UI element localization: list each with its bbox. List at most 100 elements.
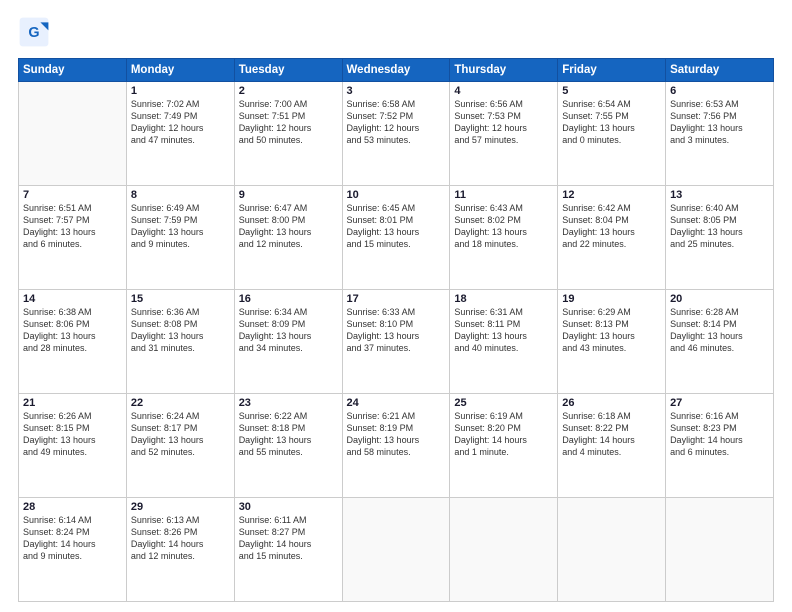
day-info: Sunrise: 6:43 AM Sunset: 8:02 PM Dayligh… xyxy=(454,202,553,251)
day-number: 25 xyxy=(454,397,553,409)
day-number: 5 xyxy=(562,85,661,97)
day-info: Sunrise: 6:38 AM Sunset: 8:06 PM Dayligh… xyxy=(23,306,122,355)
calendar-cell: 29Sunrise: 6:13 AM Sunset: 8:26 PM Dayli… xyxy=(126,498,234,602)
calendar-header-row: SundayMondayTuesdayWednesdayThursdayFrid… xyxy=(19,59,774,82)
col-header-sunday: Sunday xyxy=(19,59,127,82)
calendar-cell: 24Sunrise: 6:21 AM Sunset: 8:19 PM Dayli… xyxy=(342,394,450,498)
day-number: 6 xyxy=(670,85,769,97)
day-info: Sunrise: 6:40 AM Sunset: 8:05 PM Dayligh… xyxy=(670,202,769,251)
day-info: Sunrise: 6:58 AM Sunset: 7:52 PM Dayligh… xyxy=(347,98,446,147)
calendar-cell: 19Sunrise: 6:29 AM Sunset: 8:13 PM Dayli… xyxy=(558,290,666,394)
calendar-cell: 20Sunrise: 6:28 AM Sunset: 8:14 PM Dayli… xyxy=(666,290,774,394)
logo: G xyxy=(18,16,54,48)
day-number: 30 xyxy=(239,501,338,513)
calendar-cell: 3Sunrise: 6:58 AM Sunset: 7:52 PM Daylig… xyxy=(342,82,450,186)
day-number: 21 xyxy=(23,397,122,409)
day-number: 29 xyxy=(131,501,230,513)
day-number: 27 xyxy=(670,397,769,409)
day-number: 3 xyxy=(347,85,446,97)
day-number: 23 xyxy=(239,397,338,409)
day-info: Sunrise: 6:26 AM Sunset: 8:15 PM Dayligh… xyxy=(23,410,122,459)
day-number: 12 xyxy=(562,189,661,201)
calendar-cell xyxy=(342,498,450,602)
day-info: Sunrise: 6:49 AM Sunset: 7:59 PM Dayligh… xyxy=(131,202,230,251)
calendar-cell xyxy=(19,82,127,186)
day-info: Sunrise: 6:31 AM Sunset: 8:11 PM Dayligh… xyxy=(454,306,553,355)
day-number: 17 xyxy=(347,293,446,305)
day-number: 11 xyxy=(454,189,553,201)
col-header-friday: Friday xyxy=(558,59,666,82)
week-row-0: 1Sunrise: 7:02 AM Sunset: 7:49 PM Daylig… xyxy=(19,82,774,186)
day-info: Sunrise: 6:13 AM Sunset: 8:26 PM Dayligh… xyxy=(131,514,230,563)
day-number: 9 xyxy=(239,189,338,201)
calendar-cell: 11Sunrise: 6:43 AM Sunset: 8:02 PM Dayli… xyxy=(450,186,558,290)
calendar-cell: 10Sunrise: 6:45 AM Sunset: 8:01 PM Dayli… xyxy=(342,186,450,290)
day-number: 7 xyxy=(23,189,122,201)
day-info: Sunrise: 6:18 AM Sunset: 8:22 PM Dayligh… xyxy=(562,410,661,459)
week-row-2: 14Sunrise: 6:38 AM Sunset: 8:06 PM Dayli… xyxy=(19,290,774,394)
week-row-4: 28Sunrise: 6:14 AM Sunset: 8:24 PM Dayli… xyxy=(19,498,774,602)
calendar-cell: 27Sunrise: 6:16 AM Sunset: 8:23 PM Dayli… xyxy=(666,394,774,498)
calendar-cell: 9Sunrise: 6:47 AM Sunset: 8:00 PM Daylig… xyxy=(234,186,342,290)
day-number: 8 xyxy=(131,189,230,201)
day-number: 28 xyxy=(23,501,122,513)
day-info: Sunrise: 6:34 AM Sunset: 8:09 PM Dayligh… xyxy=(239,306,338,355)
header: G xyxy=(18,16,774,48)
col-header-monday: Monday xyxy=(126,59,234,82)
day-info: Sunrise: 6:24 AM Sunset: 8:17 PM Dayligh… xyxy=(131,410,230,459)
day-info: Sunrise: 6:36 AM Sunset: 8:08 PM Dayligh… xyxy=(131,306,230,355)
calendar-cell: 13Sunrise: 6:40 AM Sunset: 8:05 PM Dayli… xyxy=(666,186,774,290)
day-info: Sunrise: 6:14 AM Sunset: 8:24 PM Dayligh… xyxy=(23,514,122,563)
day-info: Sunrise: 6:47 AM Sunset: 8:00 PM Dayligh… xyxy=(239,202,338,251)
calendar-cell: 16Sunrise: 6:34 AM Sunset: 8:09 PM Dayli… xyxy=(234,290,342,394)
day-number: 26 xyxy=(562,397,661,409)
calendar-cell: 6Sunrise: 6:53 AM Sunset: 7:56 PM Daylig… xyxy=(666,82,774,186)
day-number: 18 xyxy=(454,293,553,305)
day-number: 10 xyxy=(347,189,446,201)
day-info: Sunrise: 6:33 AM Sunset: 8:10 PM Dayligh… xyxy=(347,306,446,355)
day-number: 16 xyxy=(239,293,338,305)
week-row-3: 21Sunrise: 6:26 AM Sunset: 8:15 PM Dayli… xyxy=(19,394,774,498)
calendar-cell: 28Sunrise: 6:14 AM Sunset: 8:24 PM Dayli… xyxy=(19,498,127,602)
calendar-cell: 25Sunrise: 6:19 AM Sunset: 8:20 PM Dayli… xyxy=(450,394,558,498)
calendar-cell xyxy=(666,498,774,602)
day-number: 22 xyxy=(131,397,230,409)
day-info: Sunrise: 6:28 AM Sunset: 8:14 PM Dayligh… xyxy=(670,306,769,355)
day-info: Sunrise: 6:53 AM Sunset: 7:56 PM Dayligh… xyxy=(670,98,769,147)
day-info: Sunrise: 6:21 AM Sunset: 8:19 PM Dayligh… xyxy=(347,410,446,459)
day-info: Sunrise: 6:19 AM Sunset: 8:20 PM Dayligh… xyxy=(454,410,553,459)
calendar-cell xyxy=(558,498,666,602)
calendar-cell: 2Sunrise: 7:00 AM Sunset: 7:51 PM Daylig… xyxy=(234,82,342,186)
day-number: 13 xyxy=(670,189,769,201)
col-header-tuesday: Tuesday xyxy=(234,59,342,82)
day-info: Sunrise: 6:11 AM Sunset: 8:27 PM Dayligh… xyxy=(239,514,338,563)
svg-text:G: G xyxy=(28,25,39,41)
day-number: 14 xyxy=(23,293,122,305)
day-info: Sunrise: 7:02 AM Sunset: 7:49 PM Dayligh… xyxy=(131,98,230,147)
col-header-saturday: Saturday xyxy=(666,59,774,82)
day-number: 15 xyxy=(131,293,230,305)
calendar-cell: 23Sunrise: 6:22 AM Sunset: 8:18 PM Dayli… xyxy=(234,394,342,498)
calendar-cell: 7Sunrise: 6:51 AM Sunset: 7:57 PM Daylig… xyxy=(19,186,127,290)
day-info: Sunrise: 6:56 AM Sunset: 7:53 PM Dayligh… xyxy=(454,98,553,147)
calendar-cell: 4Sunrise: 6:56 AM Sunset: 7:53 PM Daylig… xyxy=(450,82,558,186)
col-header-thursday: Thursday xyxy=(450,59,558,82)
calendar-cell: 15Sunrise: 6:36 AM Sunset: 8:08 PM Dayli… xyxy=(126,290,234,394)
day-number: 20 xyxy=(670,293,769,305)
day-info: Sunrise: 6:45 AM Sunset: 8:01 PM Dayligh… xyxy=(347,202,446,251)
logo-icon: G xyxy=(18,16,50,48)
calendar-cell xyxy=(450,498,558,602)
calendar-cell: 17Sunrise: 6:33 AM Sunset: 8:10 PM Dayli… xyxy=(342,290,450,394)
day-number: 2 xyxy=(239,85,338,97)
day-info: Sunrise: 6:22 AM Sunset: 8:18 PM Dayligh… xyxy=(239,410,338,459)
calendar-cell: 14Sunrise: 6:38 AM Sunset: 8:06 PM Dayli… xyxy=(19,290,127,394)
day-number: 1 xyxy=(131,85,230,97)
col-header-wednesday: Wednesday xyxy=(342,59,450,82)
day-info: Sunrise: 6:29 AM Sunset: 8:13 PM Dayligh… xyxy=(562,306,661,355)
week-row-1: 7Sunrise: 6:51 AM Sunset: 7:57 PM Daylig… xyxy=(19,186,774,290)
day-number: 24 xyxy=(347,397,446,409)
calendar-cell: 8Sunrise: 6:49 AM Sunset: 7:59 PM Daylig… xyxy=(126,186,234,290)
calendar-cell: 22Sunrise: 6:24 AM Sunset: 8:17 PM Dayli… xyxy=(126,394,234,498)
calendar-cell: 30Sunrise: 6:11 AM Sunset: 8:27 PM Dayli… xyxy=(234,498,342,602)
day-info: Sunrise: 6:42 AM Sunset: 8:04 PM Dayligh… xyxy=(562,202,661,251)
